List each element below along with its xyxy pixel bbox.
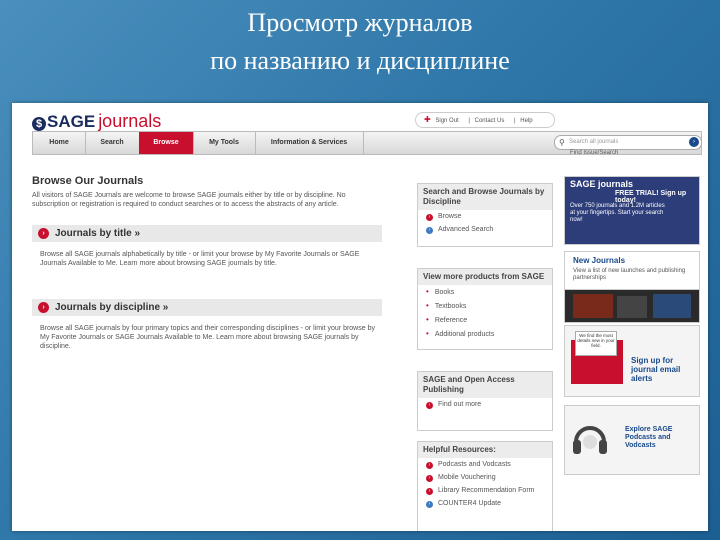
journal-cover [653,294,691,318]
separator: | [468,118,470,124]
podcasts-link[interactable]: › Podcasts and Vodcasts [418,458,552,471]
intro-text: All visitors of SAGE Journals are welcom… [32,192,346,208]
trial-headline: FREE TRIAL! Sign up today! [615,190,687,204]
find-issue-link[interactable]: Find Issue/Search [570,150,618,156]
search-browse-box: Search and Browse Journals by Discipline… [417,183,553,247]
journal-cover [617,296,647,318]
logo-journals-text: journals [98,111,162,131]
journal-cover [573,294,613,318]
arrow-circle-icon: › [426,462,433,469]
section-heading-label: Journals by discipline » [55,302,169,313]
journals-by-discipline-text: Browse all SAGE journals by four primary… [40,325,375,350]
counter4-link[interactable]: › COUNTER4 Update [418,497,552,510]
section-heading-label: Journals by title » [55,228,141,239]
bullet-icon: • [426,287,429,296]
books-link[interactable]: • Books [418,285,552,299]
link-label: Library Recommendation Form [438,487,535,494]
link-label: Find out more [438,401,482,408]
arrow-circle-icon: › [426,214,433,221]
sage-journals-screenshot: $ SAGE journals ✚ Sign Out | Contact Us | … [12,103,708,531]
link-label: Additional products [434,331,495,338]
separator: | [514,118,516,124]
journals-by-title-text: Browse all SAGE journals alphabetically … [40,251,360,267]
arrow-circle-icon: › [426,488,433,495]
open-access-box: SAGE and Open Access Publishing › Find ou… [417,371,553,431]
additional-products-link[interactable]: • Additional products [418,327,552,341]
mobile-vouchering-link[interactable]: › Mobile Vouchering [418,471,552,484]
link-label: Podcasts and Vodcasts [438,461,511,468]
new-journals-banner[interactable]: New Journals View a list of new launches… [564,251,700,293]
arrow-circle-icon: › [426,475,433,482]
podcasts-banner[interactable]: Explore SAGE Podcasts and Vodcasts [564,405,700,475]
nav-my-tools[interactable]: My Tools [193,132,256,154]
box-heading: Search and Browse Journals by Discipline [418,184,552,210]
sign-out-link[interactable]: Sign Out [435,118,458,124]
find-out-more-link[interactable]: › Find out more [418,398,552,411]
nav-browse[interactable]: Browse [139,132,194,154]
sign-out-icon: ✚ [424,115,431,124]
box-heading: View more products from SAGE [418,269,552,285]
logo-sage-text: SAGE [47,112,96,131]
nav-information-services[interactable]: Information & Services [255,132,364,154]
nav-home[interactable]: Home [33,132,86,154]
trial-brand: SAGE journals [570,179,634,189]
search-icon: ⚲ [559,138,565,147]
arrow-circle-icon: › [38,227,49,239]
arrow-circle-icon: › [426,501,433,508]
helpful-resources-box: Helpful Resources: › Podcasts and Vodcast… [417,441,553,531]
alert-note: We find the most details new in your fie… [575,331,617,356]
trial-text: Over 750 journals and 1.2M articles at y… [570,203,665,223]
top-links: ✚ Sign Out | Contact Us | Help [415,112,555,128]
slide-title-line2: по названию и дисциплине [210,46,510,75]
link-label: Reference [434,317,468,324]
bullet-icon: • [426,315,429,324]
new-journals-title: New Journals [573,256,626,265]
reference-link[interactable]: • Reference [418,313,552,327]
help-link[interactable]: Help [520,118,532,124]
box-heading: Helpful Resources: [418,442,552,458]
slide-title-line1: Просмотр журналов [247,8,473,37]
arrow-circle-icon: › [38,301,49,313]
link-label: Browse [438,213,462,220]
advanced-search-link[interactable]: › Advanced Search [418,223,552,236]
search-placeholder: Search all journals [569,139,619,145]
box-heading: SAGE and Open Access Publishing [418,372,552,398]
page-title: Browse Our Journals [32,175,144,187]
bullet-icon: • [426,329,429,338]
headphones-icon [573,426,607,454]
link-label: Advanced Search [438,226,494,233]
arrow-circle-icon: › [426,227,433,234]
nav-search[interactable]: Search [85,132,140,154]
email-alerts-text: Sign up for journal email alerts [631,356,681,383]
free-trial-banner[interactable]: SAGE journals FREE TRIAL! Sign up today!… [564,176,700,245]
link-label: Mobile Vouchering [438,474,496,481]
library-recommendation-link[interactable]: › Library Recommendation Form [418,484,552,497]
journals-by-title-heading[interactable]: › Journals by title » [32,225,382,242]
arrow-circle-icon: › [426,402,433,409]
textbooks-link[interactable]: • Textbooks [418,299,552,313]
search-input[interactable]: ⚲ Search all journals › [554,135,702,150]
sage-journals-logo[interactable]: $ SAGE journals [32,111,161,132]
bullet-icon: • [426,301,429,310]
browse-link[interactable]: › Browse [418,210,552,223]
journal-covers-image[interactable] [564,289,700,323]
new-journals-text: View a list of new launches and publishi… [573,268,686,281]
email-alerts-banner[interactable]: We find the most details new in your fie… [564,325,700,397]
link-label: Textbooks [434,303,467,310]
sage-logo-icon: $ [32,117,46,131]
search-go-button[interactable]: › [689,137,699,147]
link-label: COUNTER4 Update [438,500,502,507]
more-products-box: View more products from SAGE • Books • Tex… [417,268,553,350]
journals-by-discipline-heading[interactable]: › Journals by discipline » [32,299,382,316]
contact-link[interactable]: Contact Us [475,118,505,124]
podcasts-text: Explore SAGE Podcasts and Vodcasts [625,426,673,449]
link-label: Books [434,289,455,296]
